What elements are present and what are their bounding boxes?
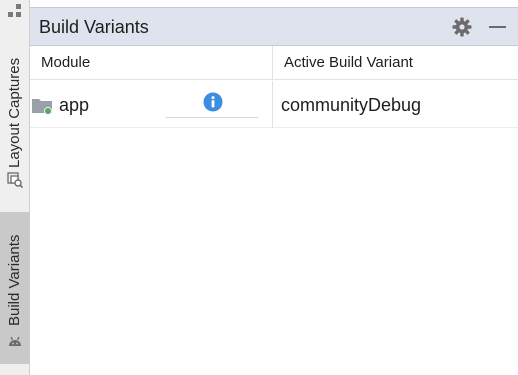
table-row[interactable]: app communityDebug: [30, 81, 518, 128]
android-module-folder-icon: [32, 97, 54, 120]
layout-inspector-icon: [7, 172, 24, 193]
minimize-icon[interactable]: [486, 16, 508, 38]
sidebar-item-label: Build Variants: [6, 234, 23, 326]
tool-windows-grid-icon[interactable]: [8, 4, 22, 18]
gear-icon[interactable]: [451, 16, 473, 38]
panel-title: Build Variants: [39, 17, 149, 37]
column-header-module[interactable]: Module: [30, 46, 272, 80]
module-cell: app: [30, 81, 272, 128]
sidebar-item-label: Layout Captures: [6, 57, 23, 168]
active-build-variant-value[interactable]: communityDebug: [281, 95, 421, 116]
panel-header: Build Variants: [30, 7, 518, 46]
sidebar-item-layout-captures[interactable]: Layout Captures: [0, 48, 30, 198]
sidebar-item-build-variants[interactable]: Build Variants: [0, 212, 30, 364]
info-icon[interactable]: [203, 92, 223, 117]
column-header-active-build-variant[interactable]: Active Build Variant: [272, 46, 518, 80]
active-build-variant-cell[interactable]: communityDebug: [272, 81, 518, 128]
android-icon: [7, 333, 23, 354]
info-cell: [166, 90, 258, 118]
tool-window-strip: Layout Captures Build Variants: [0, 0, 30, 375]
build-variants-tool-window: Layout Captures Build Variants Build Var…: [0, 0, 518, 375]
module-name: app: [59, 95, 90, 115]
